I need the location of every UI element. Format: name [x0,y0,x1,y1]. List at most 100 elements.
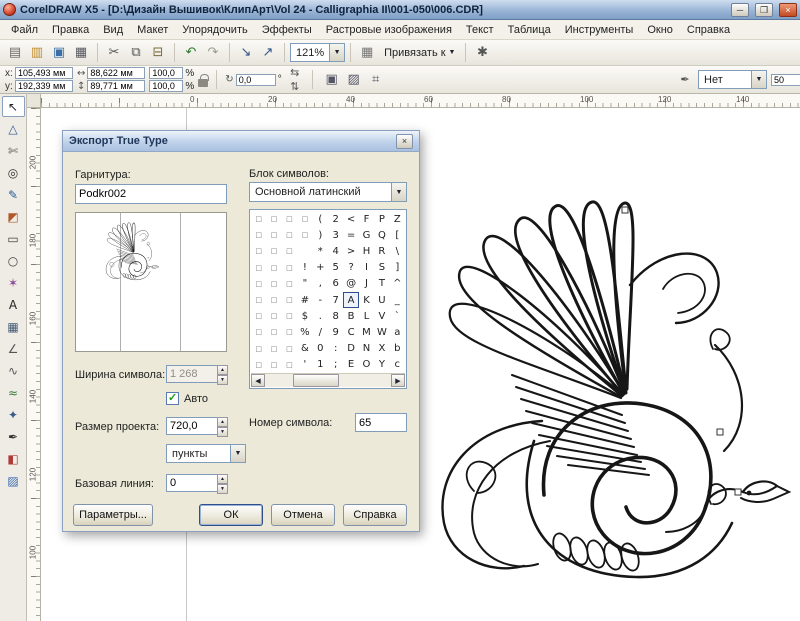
copy-icon[interactable]: ⧉ [125,42,147,64]
units-combo[interactable]: пункты ▼ [166,444,246,463]
menu-item-9[interactable]: Инструменты [558,22,641,38]
scale-y-field[interactable] [149,80,183,92]
drawing-canvas[interactable]: Экспорт True Type × Гарнитура: Ширина си… [41,108,800,621]
char-cell[interactable]: ! [297,260,312,276]
import-icon[interactable]: ↘ [235,42,257,64]
minimize-button[interactable]: ─ [731,3,749,17]
redo-icon[interactable]: ↷ [202,42,224,64]
menu-item-5[interactable]: Эффекты [255,22,319,38]
undo-icon[interactable]: ↶ [180,42,202,64]
char-cell[interactable]: 1 [313,357,328,373]
mirror-horizontal-button[interactable]: ⇆ [286,66,304,79]
char-cell[interactable]: □ [251,308,266,324]
char-cell[interactable]: N [359,341,374,357]
char-cell[interactable]: □ [266,341,281,357]
wrap-text-icon[interactable]: ▣ [321,69,343,91]
spin-down-icon[interactable]: ▼ [217,484,228,494]
char-cell[interactable]: □ [251,324,266,340]
char-cell[interactable]: G [359,227,374,243]
char-cell[interactable]: / [313,324,328,340]
char-cell[interactable]: □ [282,243,297,259]
char-cell[interactable]: □ [251,227,266,243]
char-cell[interactable]: J [359,276,374,292]
menu-item-7[interactable]: Текст [459,22,501,38]
char-cell[interactable]: □ [282,260,297,276]
char-cell[interactable]: 4 [328,243,343,259]
char-cell-selected[interactable]: A [343,292,358,308]
auto-checkbox[interactable] [166,392,179,405]
char-cell[interactable]: 7 [328,292,343,308]
char-cell[interactable]: □ [282,227,297,243]
char-cell[interactable]: 8 [328,308,343,324]
char-cell[interactable]: [ [390,227,405,243]
char-cell[interactable]: ] [390,260,405,276]
behind-text-icon[interactable]: ▨ [343,69,365,91]
cut-icon[interactable]: ✂ [103,42,125,64]
design-size-field[interactable] [166,417,217,435]
char-cell[interactable]: , [313,276,328,292]
char-cell[interactable]: Z [390,211,405,227]
char-cell[interactable]: C [343,324,358,340]
smart-fill-tool[interactable]: ◩ [2,206,25,227]
char-cell[interactable]: M [359,324,374,340]
scroll-left-icon[interactable]: ◀ [251,374,265,387]
x-position-field[interactable] [15,67,73,79]
polygon-tool[interactable]: ✶ [2,272,25,293]
char-cell[interactable]: □ [251,357,266,373]
print-icon[interactable]: ▦ [70,42,92,64]
object-height-field[interactable] [87,80,145,92]
char-cell[interactable]: □ [266,276,281,292]
char-cell[interactable]: □ [282,292,297,308]
char-cell[interactable]: < [343,211,358,227]
char-cell[interactable]: > [343,243,358,259]
char-cell[interactable]: □ [297,227,312,243]
char-cell[interactable]: □ [282,357,297,373]
char-cell[interactable]: a [390,324,405,340]
char-cell[interactable]: - [313,292,328,308]
char-cell[interactable]: □ [266,211,281,227]
rotation-angle-field[interactable] [236,74,276,86]
char-cell[interactable]: T [374,276,389,292]
menu-item-1[interactable]: Правка [45,22,96,38]
char-cell[interactable]: X [374,341,389,357]
menu-item-8[interactable]: Таблица [501,22,558,38]
char-cell[interactable]: □ [266,227,281,243]
char-cell[interactable]: ; [328,357,343,373]
char-cell[interactable]: □ [266,243,281,259]
char-cell[interactable]: □ [266,292,281,308]
char-cell[interactable]: □ [282,308,297,324]
lock-ratio-icon[interactable] [198,79,208,87]
char-cell[interactable]: L [359,308,374,324]
spin-up-icon[interactable]: ▲ [217,474,228,484]
open-icon[interactable]: ▥ [26,42,48,64]
menu-item-0[interactable]: Файл [4,22,45,38]
crop-tool[interactable]: ✄ [2,140,25,161]
blend-tool[interactable]: ≈ [2,382,25,403]
char-cell[interactable]: I [359,260,374,276]
scroll-right-icon[interactable]: ▶ [391,374,405,387]
save-icon[interactable]: ▣ [48,42,70,64]
char-cell[interactable]: □ [251,292,266,308]
char-cell[interactable]: _ [390,292,405,308]
table-tool[interactable]: ▦ [2,316,25,337]
eyedropper-tool[interactable]: ✦ [2,404,25,425]
char-cell[interactable]: " [297,276,312,292]
zoom-tool[interactable]: ◎ [2,162,25,183]
char-cell[interactable]: \ [390,243,405,259]
char-cell[interactable]: E [343,357,358,373]
parameters-button[interactable]: Параметры... [73,504,153,526]
char-cell[interactable]: S [374,260,389,276]
char-cell[interactable]: □ [282,341,297,357]
snap-to-dropdown[interactable]: Привязать к ▼ [379,44,460,62]
char-cell[interactable]: □ [266,324,281,340]
scrollbar-thumb[interactable] [293,374,339,387]
char-cell[interactable]: D [343,341,358,357]
help-button[interactable]: Справка [343,504,407,526]
char-cell[interactable]: b [390,341,405,357]
char-cell[interactable]: Y [374,357,389,373]
menu-item-3[interactable]: Макет [130,22,175,38]
char-cell[interactable] [297,243,312,259]
grid-horizontal-scrollbar[interactable]: ◀ ▶ [251,373,405,387]
maximize-button[interactable]: ❐ [755,3,773,17]
baseline-field[interactable] [166,474,217,492]
